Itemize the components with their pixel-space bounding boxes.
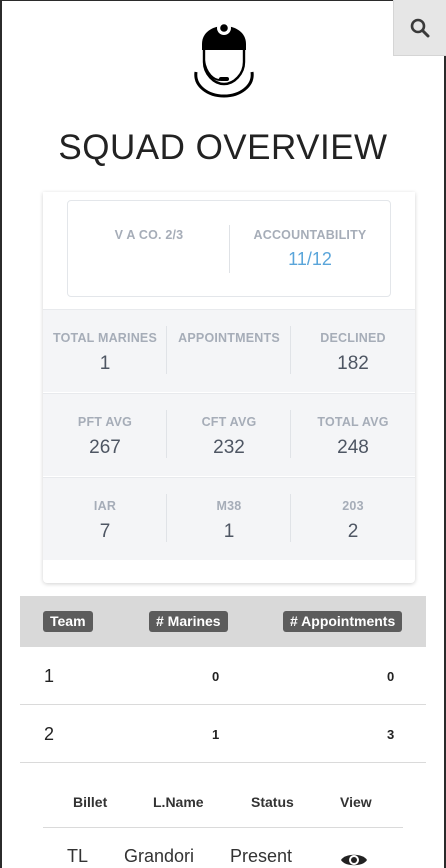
stats-row-1: TOTAL MARINES 1 APPOINTMENTS DECLINED 18… [43,309,415,392]
table-row[interactable]: 1 0 0 [20,647,426,705]
column-header-appointments[interactable]: # Appointments [283,611,403,632]
stat-label: IAR [93,499,117,513]
accountability-value[interactable]: 11/12 [288,249,332,270]
stat-label: M38 [216,499,242,513]
stat-label: CFT AVG [201,415,257,429]
stat-value: 1 [99,353,111,374]
stat-label: TOTAL MARINES [53,331,157,345]
appointments-count: 3 [387,727,395,742]
members-table-header: Billet L.Name Status View [43,794,403,828]
column-header-view: View [340,794,372,810]
team-number: 2 [44,724,55,744]
accountability-label: ACCOUNTABILITY [253,228,367,242]
stat-value: 248 [337,437,369,458]
appointments-count: 0 [387,669,395,684]
marines-count: 1 [212,727,220,742]
stat-label: 203 [342,499,364,513]
stat-value: 182 [337,353,369,374]
accountability-column: ACCOUNTABILITY 11/12 [230,201,390,296]
page-title: SQUAD OVERVIEW [58,128,388,167]
table-row[interactable]: 2 1 3 [20,705,426,763]
stat-appointments: APPOINTMENTS [167,310,291,393]
unit-accountability-box: V A CO. 2/3 ACCOUNTABILITY 11/12 [67,200,391,297]
table-row: TL Grandori Present [43,846,403,868]
marines-count: 0 [212,669,220,684]
search-icon [410,18,430,37]
stat-value: 7 [99,521,111,542]
stat-m38: M38 1 [167,478,291,561]
column-header-billet: Billet [73,794,108,810]
stat-pft-avg: PFT AVG 267 [43,394,167,477]
stat-cft-avg: CFT AVG 232 [167,394,291,477]
marine-helmet-logo [194,21,254,98]
stat-total-marines: TOTAL MARINES 1 [43,310,167,393]
column-header-lname: L.Name [153,794,204,810]
eye-icon[interactable] [340,851,368,868]
unit-label: V A CO. 2/3 [114,228,184,242]
status-cell: Present [230,846,293,866]
stat-total-avg: TOTAL AVG 248 [291,394,415,477]
team-number: 1 [44,666,55,686]
stat-value: 267 [89,437,121,458]
stat-label: DECLINED [320,331,386,345]
billet-cell: TL [67,846,89,866]
stat-label: PFT AVG [77,415,133,429]
stat-value: 2 [347,521,359,542]
stats-row-3: IAR 7 M38 1 203 2 [43,477,415,560]
stat-value: 232 [213,437,245,458]
lname-cell: Grandori [124,846,195,866]
squad-summary-card: V A CO. 2/3 ACCOUNTABILITY 11/12 TOTAL M… [43,192,415,583]
stat-value: 1 [223,521,235,542]
stat-label: APPOINTMENTS [178,331,280,345]
unit-column: V A CO. 2/3 [68,201,230,296]
stat-iar: IAR 7 [43,478,167,561]
stats-row-2: PFT AVG 267 CFT AVG 232 TOTAL AVG 248 [43,393,415,476]
teams-table-header: Team # Marines # Appointments [20,596,426,647]
column-header-team[interactable]: Team [43,611,93,632]
search-button[interactable] [393,0,446,56]
stat-203: 203 2 [291,478,415,561]
stat-declined: DECLINED 182 [291,310,415,393]
stat-label: TOTAL AVG [317,415,389,429]
column-header-marines[interactable]: # Marines [149,611,228,632]
column-header-status: Status [251,794,294,810]
